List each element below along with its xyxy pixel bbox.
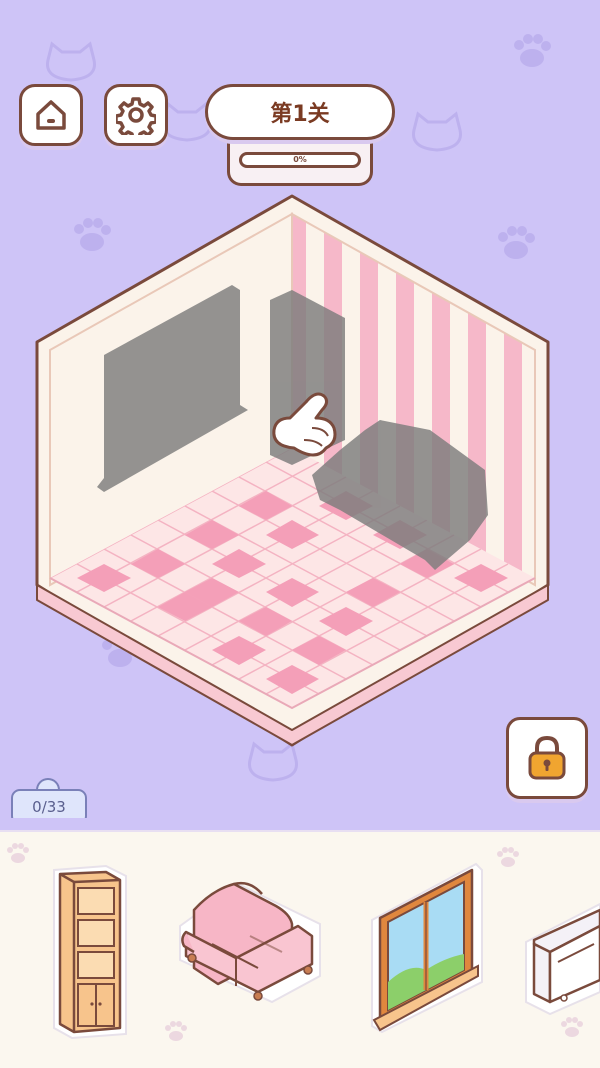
cabinet-icon[interactable] [524,902,600,1022]
cat-face-deco [45,41,97,82]
lock-icon [528,735,566,780]
progress-bar: 0% [239,152,361,168]
level-progress: 0% [227,136,373,186]
sofa-icon[interactable] [172,876,324,1008]
isometric-room [35,194,550,747]
progress-label: 0% [293,155,307,164]
home-icon [36,100,66,130]
cat-face-deco [411,111,463,152]
home-button[interactable] [19,84,83,146]
bookshelf-icon[interactable] [48,864,130,1040]
gear-icon [116,97,156,135]
lock-button[interactable] [506,717,588,799]
window-icon[interactable] [366,862,486,1034]
paw-deco [514,34,551,67]
cat-face-deco [161,101,213,142]
furniture-tray [0,830,600,1068]
level-title: 第1关 [205,84,395,140]
settings-button[interactable] [104,84,168,146]
